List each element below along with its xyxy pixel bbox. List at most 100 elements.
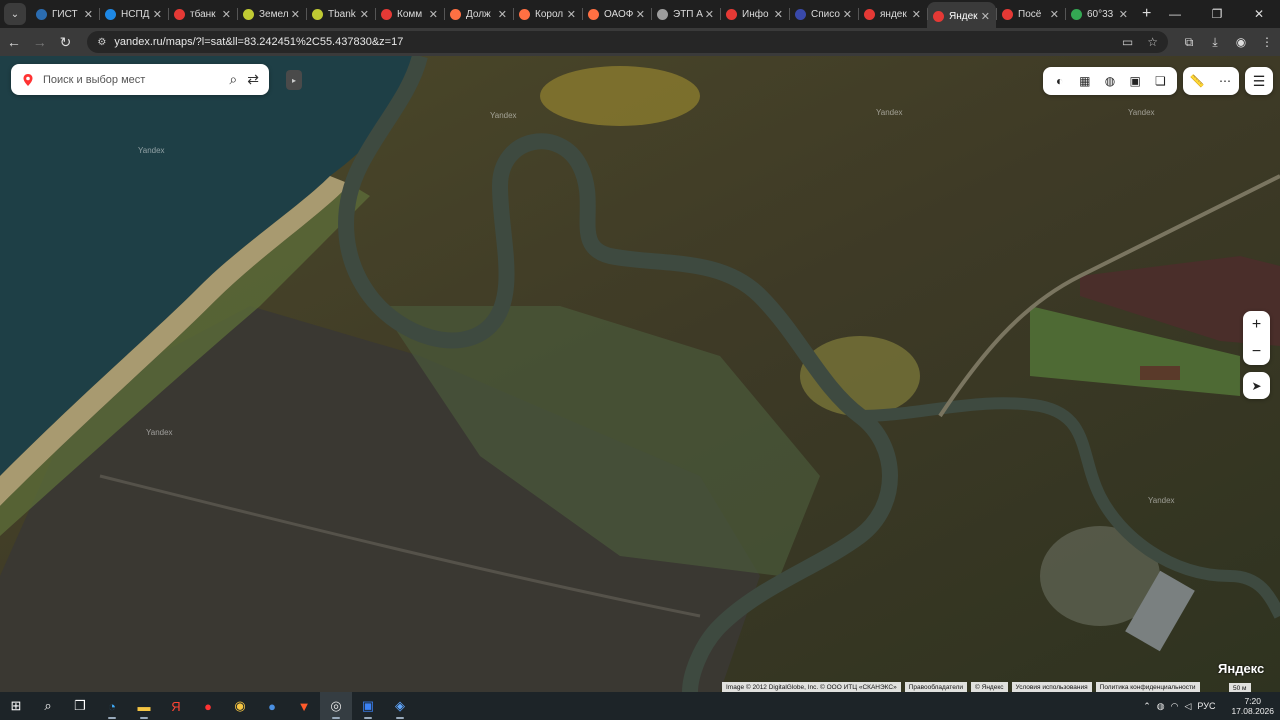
site-info-icon[interactable]: ⚙ xyxy=(97,37,106,48)
zoom-in-button[interactable]: + xyxy=(1243,311,1270,338)
tab-close-icon[interactable]: ✕ xyxy=(774,8,783,21)
browser-tab[interactable]: ОАОФ ✕ xyxy=(582,2,651,26)
browser-tab[interactable]: 60°33 ✕ xyxy=(1065,2,1134,26)
minimize-button[interactable]: — xyxy=(1154,0,1196,28)
map-canvas[interactable]: Yandex Yandex Yandex Yandex Yandex Yande… xyxy=(0,56,1280,692)
clock[interactable]: 7:20 17.08.2026 xyxy=(1225,696,1274,716)
explorer-icon[interactable]: ▬ xyxy=(128,692,160,720)
browser-menu-icon[interactable]: ⋮ xyxy=(1254,35,1280,50)
app-icon[interactable]: ▣ xyxy=(352,692,384,720)
globe-icon xyxy=(657,8,668,20)
tab-close-icon[interactable]: ✕ xyxy=(360,8,369,21)
tab-close-icon[interactable]: ✕ xyxy=(705,8,714,21)
browser-tab[interactable]: Списо ✕ xyxy=(789,2,858,26)
browser-tab[interactable]: Земел ✕ xyxy=(237,2,306,26)
back-button[interactable]: ← xyxy=(2,30,26,54)
browser-tab[interactable]: Посё ✕ xyxy=(996,2,1065,26)
wifi-icon[interactable]: ◠ xyxy=(1171,701,1179,712)
privacy-link[interactable]: Политика конфиденциальности xyxy=(1095,682,1200,692)
cube-icon xyxy=(519,8,530,20)
extensions-icon[interactable]: ⧉ xyxy=(1176,35,1202,50)
beeline-icon[interactable]: ◉ xyxy=(224,692,256,720)
terms-link[interactable]: Условия использования xyxy=(1011,682,1092,692)
watermark: Yandex xyxy=(876,108,903,117)
task-view-icon[interactable]: ❐ xyxy=(64,692,96,720)
globe-icon[interactable]: ● xyxy=(256,692,288,720)
browser-tab[interactable]: Долж ✕ xyxy=(444,2,513,26)
browser-tab[interactable]: НСПД ✕ xyxy=(99,2,168,26)
more-icon[interactable]: ⋯ xyxy=(1215,74,1235,88)
tab-close-icon[interactable]: ✕ xyxy=(567,8,576,21)
cast-icon[interactable]: ▭ xyxy=(1122,35,1133,49)
browser-tab[interactable]: ГИСТ ✕ xyxy=(30,2,99,26)
brave-icon[interactable]: ▼ xyxy=(288,692,320,720)
tab-close-icon[interactable]: ✕ xyxy=(636,8,645,21)
tab-title: 60°33 xyxy=(1087,8,1114,20)
search-icon[interactable]: ⌕ xyxy=(32,692,64,720)
browser-tab[interactable]: Корол ✕ xyxy=(513,2,582,26)
language-indicator[interactable]: РУС xyxy=(1197,701,1215,711)
address-bar[interactable]: ⚙ yandex.ru/maps/?l=sat&ll=83.242451%2C5… xyxy=(87,31,1169,53)
reload-button[interactable]: ↻ xyxy=(54,30,78,54)
browser-tab[interactable]: Яндек ✕ xyxy=(927,2,996,30)
panorama-icon[interactable]: ▦ xyxy=(1075,74,1095,88)
traffic-icon[interactable]: ◍ xyxy=(1100,74,1120,88)
tabs-container: ГИСТ ✕ НСПД ✕ тбанк ✕ Земел ✕ Tbank ✕ Комм ✕ Долж ✕ Ко… xyxy=(30,0,1134,30)
tab-title: НСПД xyxy=(121,8,150,20)
edge-icon[interactable]: ◔ xyxy=(96,692,128,720)
tab-close-icon[interactable]: ✕ xyxy=(222,8,231,21)
layers-icon[interactable]: ◐ xyxy=(1050,74,1070,88)
satellite-imagery[interactable] xyxy=(0,56,1280,692)
new-tab-button[interactable]: + xyxy=(1142,5,1151,23)
menu-icon[interactable]: ☰ xyxy=(1245,67,1273,95)
stack-icon[interactable]: ❏ xyxy=(1150,74,1170,88)
network-icon[interactable]: ◍ xyxy=(1157,701,1165,712)
url-text[interactable]: yandex.ru/maps/?l=sat&ll=83.242451%2C55.… xyxy=(114,36,1108,48)
route-icon[interactable]: ⇄ xyxy=(247,71,259,88)
browser-tab[interactable]: Комм ✕ xyxy=(375,2,444,26)
browser-tab[interactable]: Tbank ✕ xyxy=(306,2,375,26)
search-input[interactable] xyxy=(43,73,220,86)
tab-close-icon[interactable]: ✕ xyxy=(153,8,162,21)
tab-title: Списо xyxy=(811,8,840,20)
browser-tab[interactable]: Инфо ✕ xyxy=(720,2,789,26)
tab-close-icon[interactable]: ✕ xyxy=(981,10,990,23)
browser-tab[interactable]: тбанк ✕ xyxy=(168,2,237,26)
tab-close-icon[interactable]: ✕ xyxy=(291,8,300,21)
tab-title: ГИСТ xyxy=(52,8,78,20)
ruler-icon[interactable]: 📏 xyxy=(1187,74,1207,88)
tab-title: тбанк xyxy=(190,8,216,20)
tab-close-icon[interactable]: ✕ xyxy=(1050,8,1059,21)
transit-icon[interactable]: ▣ xyxy=(1125,74,1145,88)
forward-button[interactable]: → xyxy=(28,30,52,54)
download-icon[interactable]: ⤓ xyxy=(1202,35,1228,50)
tab-close-icon[interactable]: ✕ xyxy=(843,8,852,21)
restore-button[interactable]: ❐ xyxy=(1196,0,1238,28)
bookmark-star-icon[interactable]: ☆ xyxy=(1147,35,1158,49)
chrome-icon[interactable]: ◎ xyxy=(320,692,352,720)
tab-search-button[interactable]: ⌄ xyxy=(4,3,26,25)
yandex-browser-icon[interactable]: ● xyxy=(192,692,224,720)
zoom-out-button[interactable]: − xyxy=(1243,338,1270,365)
tool-controls: 📏 ⋯ xyxy=(1183,67,1239,95)
tab-close-icon[interactable]: ✕ xyxy=(498,8,507,21)
browser-tab[interactable]: яндек ✕ xyxy=(858,2,927,26)
tab-close-icon[interactable]: ✕ xyxy=(84,8,93,21)
tab-close-icon[interactable]: ✕ xyxy=(429,8,438,21)
tray-expand-icon[interactable]: ⌃ xyxy=(1143,701,1151,712)
profile-icon[interactable]: ◉ xyxy=(1228,35,1254,50)
windows-start-icon[interactable]: ⊞ xyxy=(0,692,32,720)
rights-link[interactable]: Правообладатели xyxy=(904,682,968,692)
yandex-icon[interactable]: Я xyxy=(160,692,192,720)
tab-close-icon[interactable]: ✕ xyxy=(1119,8,1128,21)
browser-tab[interactable]: ЭТП А ✕ xyxy=(651,2,720,26)
tab-close-icon[interactable]: ✕ xyxy=(912,8,921,21)
close-window-button[interactable]: ✕ xyxy=(1238,0,1280,28)
sidebar-toggle-button[interactable]: ▸ xyxy=(286,70,302,90)
app2-icon[interactable]: ◈ xyxy=(384,692,416,720)
geolocation-icon[interactable]: ➤ xyxy=(1243,372,1270,399)
watermark: Yandex xyxy=(146,428,173,437)
volume-icon[interactable]: ◁ xyxy=(1185,701,1192,712)
search-box: ⌕ ⇄ xyxy=(11,64,269,95)
search-icon[interactable]: ⌕ xyxy=(229,71,237,88)
